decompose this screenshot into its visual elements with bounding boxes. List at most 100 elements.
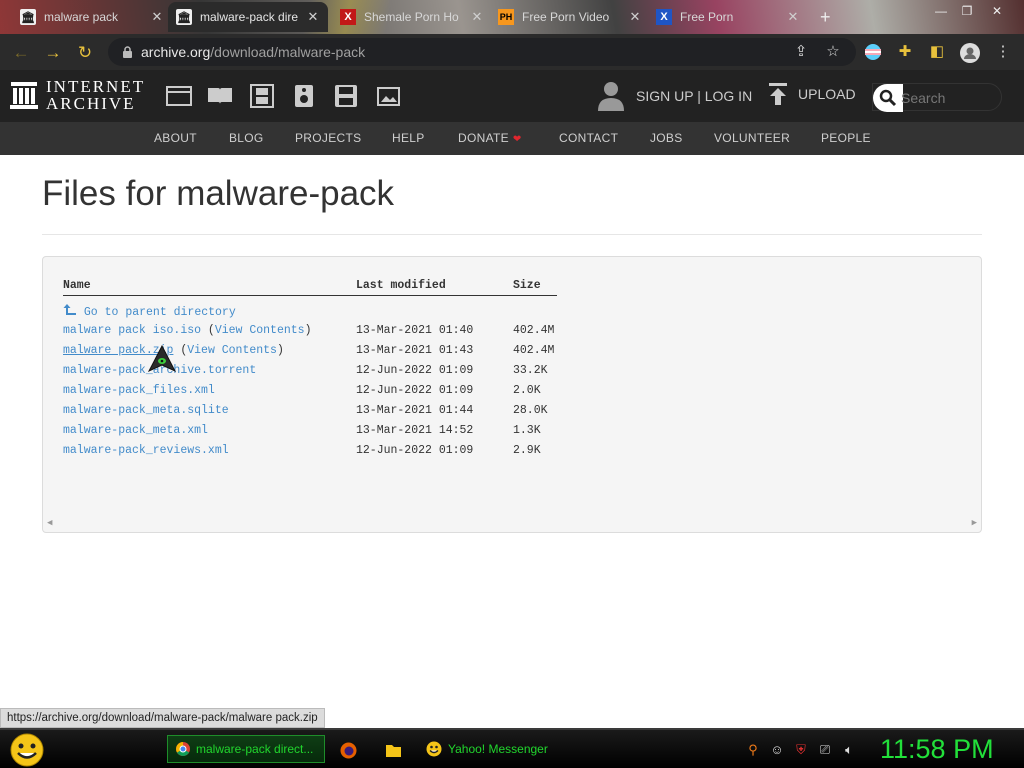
- file-size: 1.3K: [513, 424, 541, 437]
- tab-title: malware pack: [44, 10, 119, 24]
- browser-tab-strip: 🏛 malware pack ✕ 🏛 malware-pack director…: [0, 0, 1024, 34]
- scroll-left-icon[interactable]: ◀: [47, 518, 52, 528]
- address-bar[interactable]: archive.org/download/malware-pack: [108, 38, 856, 66]
- file-size: 2.9K: [513, 444, 541, 457]
- new-tab-button[interactable]: +: [812, 2, 842, 32]
- search-icon[interactable]: [873, 84, 903, 112]
- nav-people[interactable]: PEOPLE: [821, 131, 871, 145]
- close-tab-icon[interactable]: ✕: [306, 9, 320, 25]
- parent-directory-row: Go to parent directory: [43, 303, 981, 319]
- messenger-tray-icon[interactable]: ☺: [769, 742, 785, 758]
- profile-avatar[interactable]: [960, 43, 980, 63]
- firefox-icon[interactable]: [340, 742, 357, 759]
- taskbar-clock[interactable]: 11:58 PM: [880, 734, 994, 765]
- xhamster-icon: X: [340, 9, 356, 25]
- security-tray-icon[interactable]: ⛨: [793, 742, 809, 758]
- upload-text: UPLOAD: [798, 86, 856, 102]
- close-window-icon[interactable]: ✕: [986, 4, 1008, 18]
- nav-blog[interactable]: BLOG: [229, 131, 264, 145]
- file-name-cell: malware-pack_meta.xml: [63, 424, 208, 437]
- nav-about[interactable]: ABOUT: [154, 131, 197, 145]
- scroll-right-icon[interactable]: ▶: [972, 518, 977, 528]
- nav-help[interactable]: HELP: [392, 131, 425, 145]
- web-icon[interactable]: [166, 84, 192, 108]
- file-row: malware-pack_meta.xml 13-Mar-2021 14:52 …: [43, 424, 981, 440]
- parent-directory-link[interactable]: Go to parent directory: [63, 303, 236, 319]
- user-icon: [598, 82, 624, 111]
- url-domain: archive.org: [141, 44, 211, 60]
- close-tab-icon[interactable]: ✕: [470, 9, 484, 25]
- network-tray-icon[interactable]: ⎚: [817, 742, 833, 758]
- minimize-icon[interactable]: —: [930, 4, 952, 18]
- ia-nav-bar: ABOUT BLOG PROJECTS HELP DONATE ❤ CONTACT…: [0, 122, 1024, 155]
- taskbar: malware-pack direct... Yahoo! Messenger …: [0, 728, 1024, 768]
- file-size: 33.2K: [513, 364, 548, 377]
- start-smiley-icon[interactable]: [9, 733, 45, 767]
- file-modified: 13-Mar-2021 01:40: [356, 324, 474, 337]
- view-contents-link[interactable]: View Contents: [215, 324, 305, 337]
- parent-directory-text: Go to parent directory: [83, 306, 236, 319]
- volume-icon[interactable]: 🔈︎: [841, 742, 857, 758]
- bookmark-star-icon[interactable]: ☆: [824, 43, 842, 61]
- share-icon[interactable]: ⇪: [792, 43, 810, 61]
- close-tab-icon[interactable]: ✕: [786, 9, 800, 25]
- file-link[interactable]: malware-pack_reviews.xml: [63, 444, 229, 457]
- file-name-cell: malware-pack_files.xml: [63, 384, 215, 397]
- file-listing: Name Last modified Size Go to parent dir…: [42, 256, 982, 533]
- new-tab-label: +: [820, 6, 831, 27]
- audio-speaker-icon[interactable]: [291, 84, 317, 108]
- search-tray-icon[interactable]: ⚲: [745, 742, 761, 758]
- tab-malware-pack[interactable]: 🏛 malware pack ✕: [12, 2, 172, 32]
- internet-archive-logo[interactable]: INTERNET ARCHIVE: [10, 78, 145, 112]
- side-panel-icon[interactable]: ◧: [928, 43, 946, 61]
- nav-donate[interactable]: DONATE ❤: [458, 131, 522, 145]
- folder-icon[interactable]: [385, 742, 402, 759]
- extensions-puzzle-icon[interactable]: ✚: [896, 43, 914, 61]
- close-tab-icon[interactable]: ✕: [628, 9, 642, 25]
- tab-shemale-porn[interactable]: X Shemale Porn Ho ✕: [332, 2, 492, 32]
- tab-free-porn-video[interactable]: PH Free Porn Video ✕: [490, 2, 650, 32]
- file-name-cell: malware-pack_reviews.xml: [63, 444, 229, 457]
- file-link[interactable]: malware-pack_files.xml: [63, 384, 215, 397]
- restore-icon[interactable]: ❐: [956, 4, 978, 18]
- taskbar-button-label: malware-pack direct...: [196, 742, 314, 756]
- column-header-modified: Last modified: [356, 279, 446, 292]
- images-icon[interactable]: [375, 84, 401, 108]
- video-film-icon[interactable]: [249, 84, 275, 108]
- header-rule: [63, 295, 557, 296]
- taskbar-yahoo-messenger[interactable]: Yahoo! Messenger: [418, 735, 556, 763]
- lock-icon: [123, 45, 132, 58]
- nav-contact[interactable]: CONTACT: [559, 131, 618, 145]
- file-link[interactable]: malware pack iso.iso: [63, 324, 201, 337]
- url-path: /download/malware-pack: [210, 44, 366, 60]
- chrome-menu-icon[interactable]: ⋮: [994, 43, 1012, 61]
- close-tab-icon[interactable]: ✕: [150, 9, 164, 25]
- file-link[interactable]: malware-pack_meta.xml: [63, 424, 208, 437]
- taskbar-button-label: Yahoo! Messenger: [448, 742, 548, 756]
- view-contents-link[interactable]: View Contents: [187, 344, 277, 357]
- extension-flag-icon[interactable]: [864, 43, 882, 61]
- reload-icon[interactable]: ↻: [74, 42, 96, 64]
- file-size: 2.0K: [513, 384, 541, 397]
- internet-archive-icon: 🏛: [20, 9, 36, 25]
- tab-free-porn[interactable]: X Free Porn ✕: [648, 2, 808, 32]
- nav-volunteer[interactable]: VOLUNTEER: [714, 131, 790, 145]
- page-title: Files for malware-pack: [42, 174, 395, 213]
- taskbar-chrome-window[interactable]: malware-pack direct...: [167, 735, 325, 763]
- logo-line-1: INTERNET: [46, 77, 146, 96]
- tab-malware-pack-directory[interactable]: 🏛 malware-pack directory ✕: [168, 2, 328, 32]
- sign-up-login-link[interactable]: SIGN UP | LOG IN: [596, 80, 752, 112]
- file-name-cell: malware-pack_meta.sqlite: [63, 404, 229, 417]
- back-arrow-icon[interactable]: ←: [10, 42, 32, 64]
- file-row: malware-pack_meta.sqlite 13-Mar-2021 01:…: [43, 404, 981, 420]
- nav-jobs[interactable]: JOBS: [650, 131, 683, 145]
- chrome-icon: [176, 742, 190, 756]
- file-link[interactable]: malware-pack_meta.sqlite: [63, 404, 229, 417]
- file-row: malware pack iso.iso (View Contents) 13-…: [43, 324, 981, 340]
- software-disk-icon[interactable]: [333, 84, 359, 108]
- search-input[interactable]: [901, 87, 997, 109]
- upload-link[interactable]: UPLOAD: [768, 82, 856, 106]
- texts-book-icon[interactable]: [207, 84, 233, 108]
- forward-arrow-icon[interactable]: →: [42, 42, 64, 64]
- nav-projects[interactable]: PROJECTS: [295, 131, 361, 145]
